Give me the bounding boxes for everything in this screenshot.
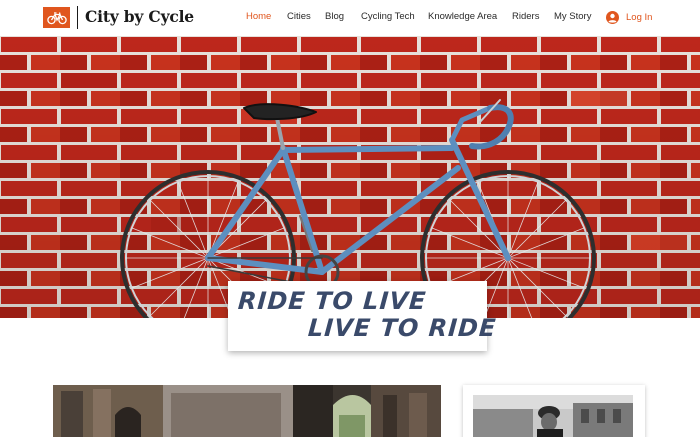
rider-photo bbox=[473, 395, 633, 437]
site-header: City by Cycle Home Cities Blog Cycling T… bbox=[0, 0, 700, 36]
logo[interactable] bbox=[43, 7, 70, 28]
user-avatar-icon bbox=[606, 11, 619, 24]
slogan-card: RIDE TO LIVE LIVE TO RIDE bbox=[228, 281, 497, 351]
nav-item-cities[interactable]: Cities bbox=[287, 11, 311, 25]
hero-image bbox=[0, 36, 700, 318]
login-label: Log In bbox=[626, 12, 653, 23]
nav-item-home[interactable]: Home bbox=[246, 11, 271, 25]
featured-post-image[interactable] bbox=[53, 385, 441, 437]
slogan-line-2: LIVE TO RIDE bbox=[307, 314, 498, 342]
nav-item-my-story[interactable]: My Story bbox=[554, 11, 591, 25]
page: City by Cycle Home Cities Blog Cycling T… bbox=[0, 0, 700, 437]
cyclist-street-photo bbox=[473, 395, 633, 437]
nav-item-blog[interactable]: Blog bbox=[325, 11, 344, 25]
bicycle-icon bbox=[46, 11, 67, 24]
nav-item-cycling-tech[interactable]: Cycling Tech bbox=[361, 11, 415, 25]
slogan-line-1: RIDE TO LIVE bbox=[237, 287, 428, 315]
nav-item-riders[interactable]: Riders bbox=[512, 11, 539, 25]
logo-divider bbox=[77, 6, 78, 29]
stepwell-archway-photo bbox=[53, 385, 441, 437]
rider-card[interactable] bbox=[463, 385, 645, 437]
nav-item-knowledge-area[interactable]: Knowledge Area bbox=[428, 11, 497, 25]
login-button[interactable]: Log In bbox=[606, 10, 652, 25]
bicycle-brick-wall-photo bbox=[0, 36, 700, 318]
site-title[interactable]: City by Cycle bbox=[85, 7, 194, 26]
